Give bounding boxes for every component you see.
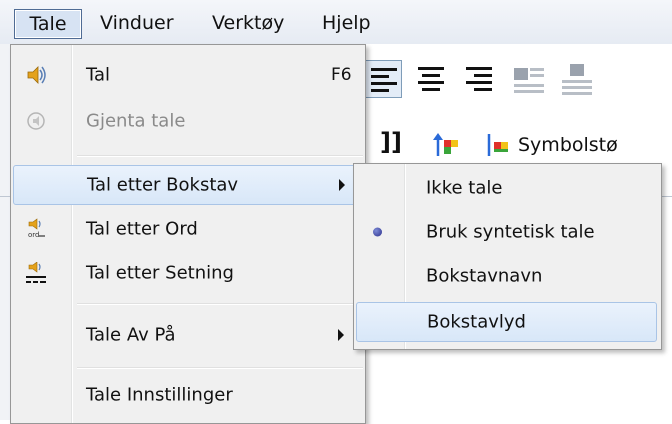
- menu-item-label: Tale Av På: [86, 324, 176, 346]
- submenu-item-label: Ikke tale: [426, 177, 503, 199]
- symbol-size-label: Symbolstø: [518, 134, 618, 156]
- menu-item-label: Tal etter Ord: [86, 218, 198, 240]
- menu-vinduer[interactable]: Vinduer: [100, 9, 174, 37]
- align-right-icon[interactable]: [460, 60, 498, 98]
- submenu-item-label: Bruk syntetisk tale: [426, 221, 595, 243]
- menu-item-tale-innstillinger[interactable]: Tale Innstillinger: [13, 375, 363, 415]
- image-wrap-left-icon[interactable]: [510, 60, 548, 98]
- tale-menu: Tal F6 Gjenta tale Tal etter Bokstav ord…: [10, 44, 366, 424]
- menu-bar: Tale Vinduer Verktøy Hjelp: [0, 0, 672, 45]
- submenu-item-bokstavnavn[interactable]: Bokstavnavn: [356, 256, 657, 296]
- menu-tale[interactable]: Tale: [14, 9, 82, 39]
- menu-item-label: Gjenta tale: [86, 110, 186, 132]
- speak-sentence-icon: [26, 262, 46, 283]
- menu-item-tal-etter-ord[interactable]: ord Tal etter Ord: [13, 209, 363, 249]
- submenu-arrow-icon: [338, 329, 344, 341]
- menu-item-tal-etter-bokstav[interactable]: Tal etter Bokstav: [13, 165, 363, 205]
- submenu-item-label: Bokstavnavn: [426, 265, 543, 287]
- menu-item-gjenta-tale[interactable]: Gjenta tale: [13, 101, 363, 141]
- radio-selected-icon: [373, 227, 382, 237]
- menu-verktoy[interactable]: Verktøy: [212, 9, 284, 37]
- submenu-item-ikke-tale[interactable]: Ikke tale: [356, 168, 657, 208]
- menu-item-label: Tal: [86, 64, 111, 86]
- menu-item-label: Tal etter Setning: [86, 262, 234, 284]
- shortcut-label: F6: [331, 65, 352, 85]
- image-inline-icon[interactable]: [558, 60, 596, 98]
- menu-item-tal-etter-setning[interactable]: Tal etter Setning: [13, 253, 363, 293]
- toolbar: ]] Symbolstø: [360, 44, 672, 164]
- sort-up-icon[interactable]: [432, 132, 460, 158]
- submenu-item-bruk-syntetisk-tale[interactable]: Bruk syntetisk tale: [356, 212, 657, 252]
- repeat-speech-icon: [27, 112, 45, 130]
- submenu-arrow-icon: [339, 179, 345, 191]
- menu-separator: [77, 367, 363, 369]
- bracket-button[interactable]: ]]: [380, 128, 402, 156]
- tal-etter-bokstav-submenu: Ikke tale Bruk syntetisk tale Bokstavnav…: [353, 163, 662, 350]
- menu-item-label: Tale Innstillinger: [86, 384, 233, 406]
- menu-separator: [77, 303, 363, 305]
- submenu-item-label: Bokstavlyd: [427, 311, 526, 333]
- submenu-item-bokstavlyd[interactable]: Bokstavlyd: [356, 302, 657, 342]
- svg-text:ord: ord: [28, 231, 39, 239]
- speak-word-icon: ord: [28, 218, 45, 239]
- menu-item-tale-av-pa[interactable]: Tale Av På: [13, 315, 363, 355]
- menu-separator: [77, 155, 363, 157]
- menu-hjelp[interactable]: Hjelp: [322, 9, 371, 37]
- speaker-icon: [27, 66, 46, 84]
- align-center-icon[interactable]: [412, 60, 450, 98]
- align-left-icon[interactable]: [364, 60, 402, 98]
- sort-down-icon[interactable]: [484, 132, 510, 158]
- menu-item-label: Tal etter Bokstav: [87, 174, 239, 196]
- menu-item-tal[interactable]: Tal F6: [13, 55, 363, 95]
